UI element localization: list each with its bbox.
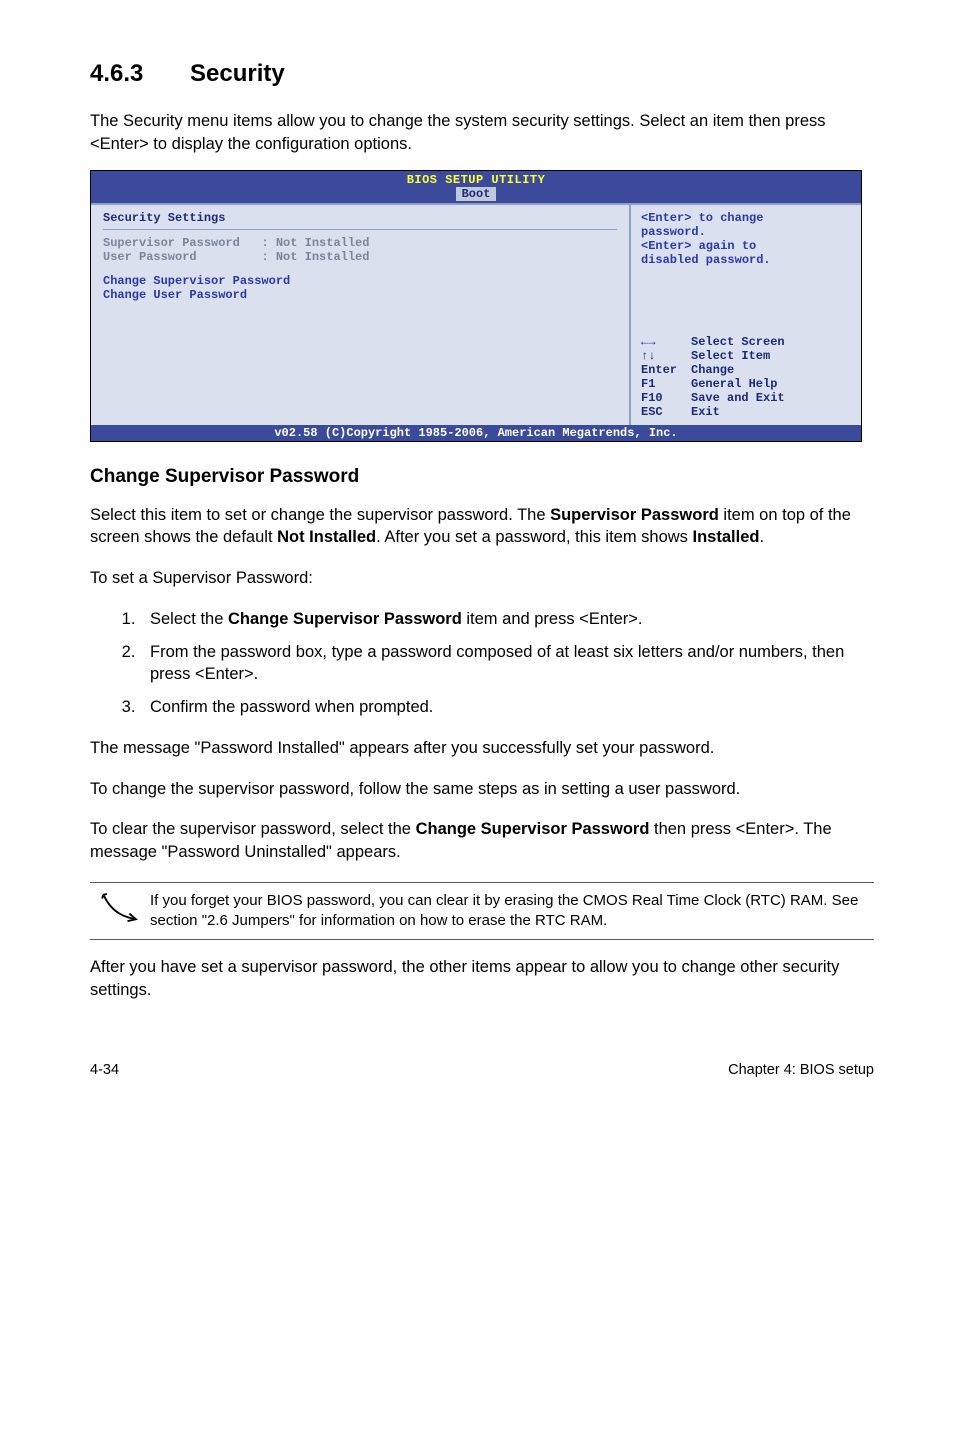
section-title: Security [190, 60, 285, 87]
bios-tab-boot: Boot [456, 187, 497, 201]
bios-menubar: Boot [91, 187, 861, 203]
section-heading: 4.6.3Security [90, 60, 874, 88]
bios-row-supervisor: Supervisor Password : Not Installed [103, 236, 617, 250]
bios-title: BIOS SETUP UTILITY [91, 171, 861, 187]
section-number: 4.6.3 [90, 60, 190, 88]
step-item: From the password box, type a password c… [140, 641, 874, 687]
bios-nav-keys: ←→Select Screen ↑↓Select Item EnterChang… [641, 335, 851, 419]
subsection-heading: Change Supervisor Password [90, 466, 874, 488]
paragraph: To clear the supervisor password, select… [90, 818, 874, 864]
bios-main-panel: Security Settings Supervisor Password : … [91, 205, 631, 425]
step-item: Select the Change Supervisor Password it… [140, 608, 874, 631]
bios-help-line: password. [641, 225, 851, 239]
bios-item-change-supervisor: Change Supervisor Password [103, 274, 617, 288]
chapter-label: Chapter 4: BIOS setup [728, 1062, 874, 1078]
step-item: Confirm the password when prompted. [140, 696, 874, 719]
paragraph: To set a Supervisor Password: [90, 567, 874, 590]
bios-copyright: v02.58 (C)Copyright 1985-2006, American … [91, 425, 861, 441]
bios-panel-heading: Security Settings [103, 211, 617, 225]
bios-row-user: User Password : Not Installed [103, 250, 617, 264]
bios-item-change-user: Change User Password [103, 288, 617, 302]
steps-list: Select the Change Supervisor Password it… [90, 608, 874, 719]
intro-paragraph: The Security menu items allow you to cha… [90, 110, 874, 156]
bios-screenshot: BIOS SETUP UTILITY Boot Security Setting… [90, 170, 862, 442]
note-text: If you forget your BIOS password, you ca… [150, 891, 874, 932]
bios-help-line: <Enter> again to [641, 239, 851, 253]
bios-help-line: disabled password. [641, 253, 851, 267]
paragraph: The message "Password Installed" appears… [90, 737, 874, 760]
bios-help-line: <Enter> to change [641, 211, 851, 225]
page-footer: 4-34 Chapter 4: BIOS setup [90, 1062, 874, 1078]
paragraph: After you have set a supervisor password… [90, 956, 874, 1002]
bios-help-panel: <Enter> to change password. <Enter> agai… [631, 205, 861, 425]
paragraph: Select this item to set or change the su… [90, 504, 874, 550]
paragraph: To change the supervisor password, follo… [90, 778, 874, 801]
page-number: 4-34 [90, 1062, 119, 1078]
note-box: If you forget your BIOS password, you ca… [90, 882, 874, 941]
note-icon [90, 891, 150, 928]
